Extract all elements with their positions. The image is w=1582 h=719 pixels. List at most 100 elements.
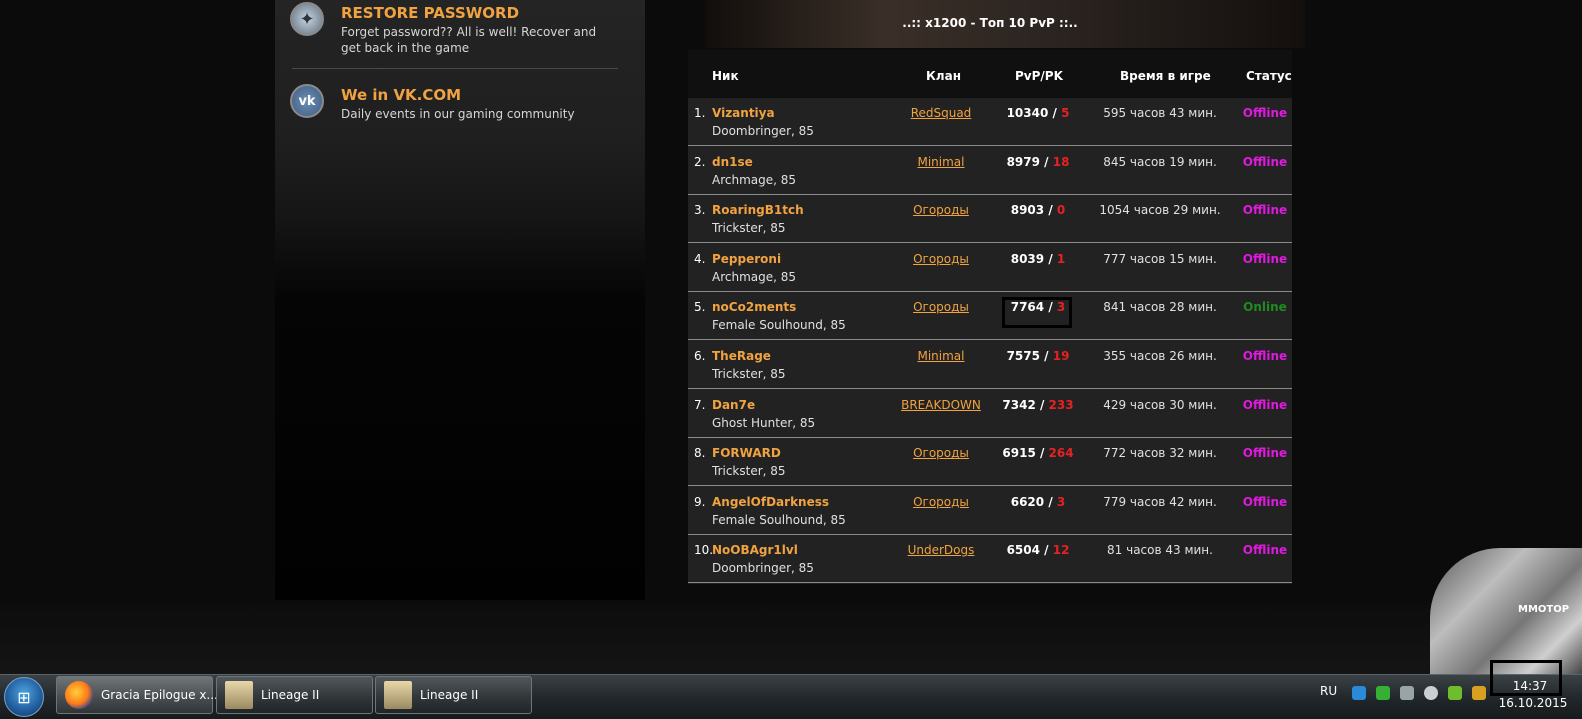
- pvp-pk-value: 6915 / 264: [988, 446, 1088, 460]
- player-nick[interactable]: Pepperoni: [712, 252, 781, 266]
- table-row: 10. NoOBAgr1lvl Doombringer, 85 UnderDogs 65…: [688, 535, 1292, 584]
- pk-count: 5: [1061, 106, 1070, 120]
- taskbar-item-firefox[interactable]: Gracia Epilogue x...: [56, 676, 218, 714]
- pvp-separator: /: [1035, 397, 1049, 412]
- flag-tray-icon[interactable]: [1352, 686, 1366, 700]
- play-time: 845 часов 19 мин.: [1103, 154, 1217, 169]
- player-nick[interactable]: Dan7e: [712, 398, 755, 412]
- rank-number: 8.: [694, 446, 706, 461]
- taskbar-item-lineage-1[interactable]: Lineage II: [216, 676, 373, 714]
- windows-logo-icon: ⊞: [17, 687, 31, 707]
- player-class: Female Soulhound, 85: [712, 512, 846, 527]
- clan-link[interactable]: Огороды: [888, 446, 994, 460]
- table-header: Ник Клан PvP/PK Время в игре Статус: [688, 50, 1292, 98]
- vk-block[interactable]: vk We in VK.COM Daily events in our gami…: [290, 84, 620, 124]
- pvp-separator: /: [1044, 203, 1057, 218]
- table-row: 7. Dan7e Ghost Hunter, 85 BREAKDOWN 7342 / 2…: [688, 390, 1292, 438]
- top10-table: Ник Клан PvP/PK Время в игре Статус 1. Vi…: [688, 50, 1292, 584]
- rank-number: 7.: [694, 397, 706, 412]
- header-clan: Клан: [926, 69, 961, 83]
- status-badge: Offline: [1242, 203, 1288, 218]
- pvp-count: 8039: [1010, 251, 1045, 266]
- player-nick[interactable]: TheRage: [712, 349, 771, 363]
- play-time: 777 часов 15 мин.: [1103, 251, 1217, 266]
- player-nick[interactable]: FORWARD: [712, 446, 781, 460]
- player-nick[interactable]: NoOBAgr1lvl: [712, 543, 798, 557]
- status-badge: Offline: [1242, 106, 1288, 120]
- clan-link[interactable]: UnderDogs: [888, 543, 994, 557]
- vk-title[interactable]: We in VK.COM: [341, 86, 461, 104]
- pvp-count: 7575: [1006, 349, 1040, 363]
- pvp-separator: /: [1044, 494, 1057, 509]
- sidebar-divider: [292, 68, 618, 69]
- top10-title: ..:: x1200 - Топ 10 PvP ::..: [902, 16, 1078, 30]
- clan-link[interactable]: Огороды: [888, 300, 994, 314]
- pvp-separator: /: [1048, 106, 1062, 120]
- taskbar-item-label: Lineage II: [261, 688, 320, 702]
- pvp-pk-value: 8903 / 0: [988, 203, 1088, 217]
- rank-number: 4.: [694, 251, 706, 266]
- rank-number: 9.: [694, 494, 706, 509]
- status-badge: Offline: [1242, 349, 1288, 363]
- clan-link[interactable]: Огороды: [888, 495, 994, 509]
- table-row: 6. TheRage Trickster, 85 Minimal 7575 / 19 35…: [688, 341, 1292, 389]
- pvp-pk-value: 6620 / 3: [988, 495, 1088, 509]
- clock-time[interactable]: 14:37: [1510, 679, 1550, 693]
- status-badge: Online: [1243, 300, 1287, 315]
- language-indicator[interactable]: RU: [1320, 684, 1337, 698]
- player-nick[interactable]: AngelOfDarkness: [712, 495, 829, 509]
- clan-link[interactable]: Minimal: [888, 349, 994, 363]
- player-nick[interactable]: RoaringB1tch: [712, 203, 804, 217]
- shield-tray-icon[interactable]: [1376, 686, 1390, 700]
- start-button[interactable]: ⊞: [4, 677, 44, 717]
- player-class: Doombringer, 85: [712, 124, 814, 138]
- clan-link[interactable]: Огороды: [888, 203, 994, 217]
- rank-number: 6.: [694, 349, 706, 363]
- pvp-count: 6504: [1006, 543, 1040, 558]
- nvidia-tray-icon[interactable]: [1448, 686, 1462, 700]
- pvp-pk-value: 10340 / 5: [988, 106, 1088, 120]
- table-row: 3. RoaringB1tch Trickster, 85 Огороды 8903 /…: [688, 195, 1292, 244]
- player-nick[interactable]: Vizantiya: [712, 106, 775, 120]
- clan-link[interactable]: Огороды: [888, 252, 994, 266]
- restore-password-title[interactable]: RESTORE PASSWORD: [341, 4, 519, 22]
- table-row: 9. AngelOfDarkness Female Soulhound, 85 Ого…: [688, 487, 1292, 535]
- lineage-icon: [384, 681, 412, 709]
- pvp-separator: /: [1039, 154, 1053, 169]
- rank-number: 3.: [694, 203, 706, 218]
- taskbar-item-lineage-2[interactable]: Lineage II: [375, 676, 532, 714]
- play-time: 595 часов 43 мин.: [1103, 106, 1217, 120]
- play-time: 1054 часов 29 мин.: [1099, 203, 1221, 218]
- clan-link[interactable]: Minimal: [888, 155, 994, 169]
- status-badge: Offline: [1242, 154, 1288, 169]
- pvp-pk-value: 7342 / 233: [988, 398, 1088, 412]
- pvp-pk-value: 8979 / 18: [988, 155, 1088, 169]
- table-row: 1. Vizantiya Doombringer, 85 RedSquad 10340 …: [688, 98, 1292, 146]
- clan-link[interactable]: RedSquad: [888, 106, 994, 120]
- status-badge: Offline: [1242, 397, 1288, 412]
- restore-password-block[interactable]: ✦ RESTORE PASSWORD Forget password?? All…: [290, 2, 620, 62]
- network-tray-icon[interactable]: [1400, 686, 1414, 700]
- clan-link[interactable]: BREAKDOWN: [888, 398, 994, 412]
- player-nick[interactable]: noCo2ments: [712, 300, 796, 314]
- clock-date[interactable]: 16.10.2015: [1498, 696, 1568, 710]
- pk-count: 264: [1048, 446, 1074, 461]
- player-class: Female Soulhound, 85: [712, 318, 846, 333]
- rank-number: 1.: [694, 106, 706, 120]
- play-time: 81 часов 43 мин.: [1107, 543, 1213, 558]
- angel-icon: ✦: [290, 2, 324, 36]
- firefox-icon: [65, 681, 93, 709]
- volume-tray-icon[interactable]: [1472, 686, 1486, 700]
- pvp-separator: /: [1039, 349, 1053, 363]
- vk-icon: vk: [290, 84, 324, 118]
- player-nick[interactable]: dn1se: [712, 155, 753, 169]
- pvp-pk-value: 7575 / 19: [988, 349, 1088, 363]
- taskbar: ⊞ Gracia Epilogue x... Lineage II Lineag…: [0, 674, 1582, 719]
- play-time: 772 часов 32 мин.: [1103, 446, 1217, 461]
- pk-count: 18: [1052, 154, 1070, 169]
- play-time: 355 часов 26 мин.: [1103, 349, 1217, 363]
- pvp-pk-value: 6504 / 12: [988, 543, 1088, 557]
- disc-tray-icon[interactable]: [1424, 686, 1438, 700]
- player-class: Archmage, 85: [712, 269, 797, 284]
- pk-count: 0: [1056, 203, 1066, 218]
